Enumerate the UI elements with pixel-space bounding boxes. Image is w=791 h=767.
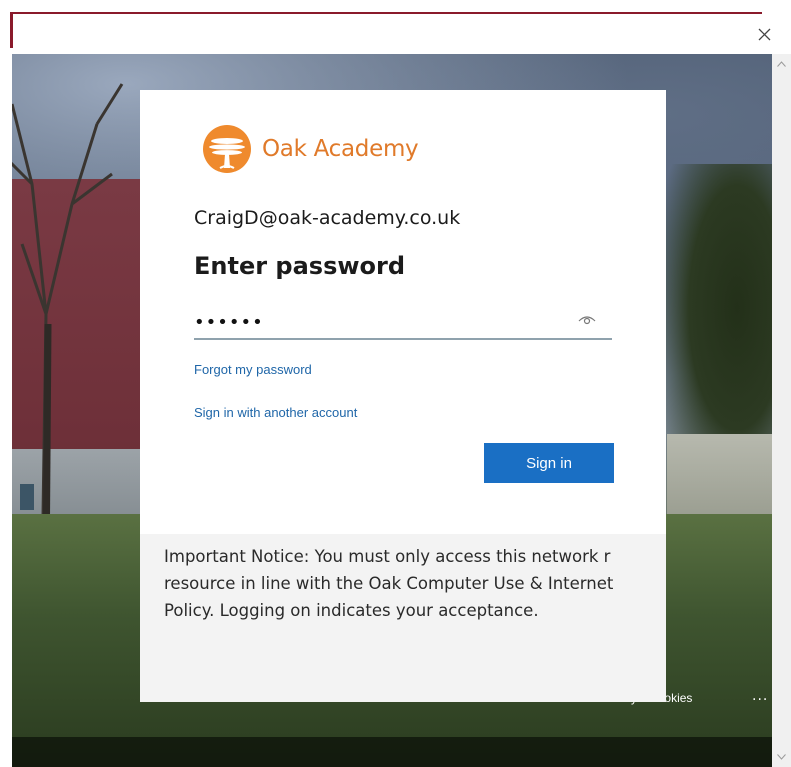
chevron-down-icon <box>777 754 786 760</box>
important-notice: Important Notice: You must only access t… <box>140 534 666 702</box>
account-email: CraigD@oak-academy.co.uk <box>194 207 461 229</box>
chevron-up-icon <box>777 61 786 67</box>
sign-in-button[interactable]: Sign in <box>484 443 614 483</box>
scroll-up-button[interactable] <box>772 56 791 72</box>
brand-logo: Oak Academy <box>202 124 419 174</box>
scroll-down-button[interactable] <box>772 749 791 765</box>
background-tree-left <box>12 83 124 584</box>
window-accent-left <box>10 12 13 48</box>
window-accent-top <box>10 12 762 14</box>
sign-in-window: Terms of use Privacy & cookies ... <box>0 0 791 767</box>
eye-icon[interactable] <box>578 312 596 326</box>
other-account-link[interactable]: Sign in with another account <box>194 405 357 420</box>
footer-more-button[interactable]: ... <box>752 688 768 704</box>
close-button[interactable] <box>750 20 778 48</box>
password-field-wrapper <box>194 304 612 340</box>
oak-tree-logo-icon <box>203 125 251 173</box>
scrollbar[interactable] <box>772 54 791 767</box>
brand-name: Oak Academy <box>262 136 419 162</box>
forgot-password-link[interactable]: Forgot my password <box>194 362 312 377</box>
close-icon <box>758 28 770 40</box>
login-card: Oak Academy CraigD@oak-academy.co.uk Ent… <box>140 90 666 534</box>
page-title: Enter password <box>194 252 406 280</box>
password-input[interactable] <box>194 308 564 336</box>
footer-bar <box>12 737 772 767</box>
